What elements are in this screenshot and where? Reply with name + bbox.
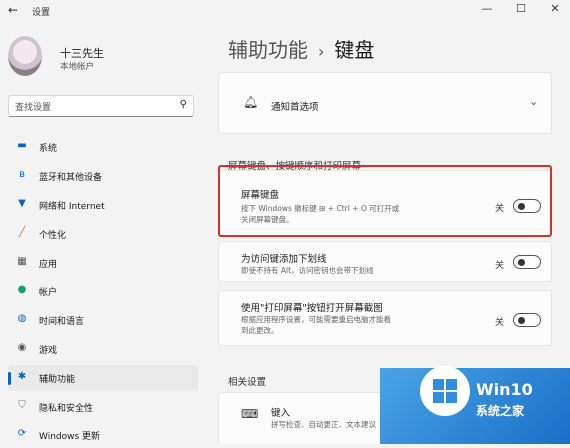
highlight-box (218, 165, 552, 237)
setting-description: 到此更改。 (241, 326, 279, 335)
profile-name: 十三先生 (60, 47, 104, 60)
sidebar-item-label: 隐私和安全性 (39, 404, 94, 414)
gamepad-icon: ◉ (17, 342, 27, 353)
search-input[interactable]: 查找设置 (15, 100, 51, 113)
sidebar-item-label: 应用 (39, 260, 58, 270)
sidebar-item-label: 时间和语言 (39, 317, 85, 327)
wifi-icon: ▼ (18, 198, 26, 209)
windows-logo-icon (433, 379, 457, 403)
sidebar-item-label: 辅助功能 (39, 375, 76, 385)
title-bar: ← 设置 — ☐ ✕ (0, 0, 570, 22)
watermark-logo (420, 366, 470, 416)
page-title: 键盘 (334, 38, 375, 62)
profile-account-type: 本地帐户 (60, 62, 95, 72)
bluetooth-icon: ʙ (19, 169, 25, 180)
sidebar-item-accounts[interactable]: ● 帐户 (8, 278, 198, 304)
setting-title: 为访问键添加下划线 (241, 254, 327, 265)
sidebar-item-label: 网络和 Internet (39, 202, 105, 212)
breadcrumb-separator: › (318, 42, 325, 61)
chevron-down-icon[interactable]: ⌄ (529, 95, 538, 108)
setting-description: 即使不持有 Alt，访问密钥也会带下划线 (241, 266, 374, 275)
toggle-knob (518, 317, 525, 324)
keyboard-icon: ⌨ (241, 407, 259, 421)
breadcrumb: 辅助功能 › 键盘 (228, 34, 374, 63)
display-icon: ▬ (17, 140, 27, 151)
maximize-icon[interactable]: ☐ (512, 2, 530, 15)
notification-preferences-card[interactable]: 🔔︎ 通知首选项 ⌄ (218, 72, 552, 134)
sidebar-item-accessibility[interactable]: ✱ 辅助功能 (8, 365, 198, 391)
sidebar-item-time-language[interactable]: ◍ 时间和语言 (8, 307, 198, 333)
sidebar-item-label: 帐户 (39, 288, 58, 298)
close-icon[interactable]: ✕ (546, 2, 564, 15)
setting-description: 根据应用程序设置，可能需要重启电脑才能看 (241, 315, 391, 324)
sidebar-item-system[interactable]: ▬ 系统 (8, 134, 198, 160)
shield-icon: ⛉ (18, 400, 26, 411)
sidebar-item-network[interactable]: ▼ 网络和 Internet (8, 192, 198, 218)
sidebar-item-windows-update[interactable]: ⟳ Windows 更新 (8, 422, 198, 448)
apps-icon: ▦ (17, 256, 27, 267)
sidebar-item-label: 系统 (39, 144, 58, 154)
person-icon: ● (17, 284, 27, 295)
sidebar-item-gaming[interactable]: ◉ 游戏 (8, 336, 198, 362)
search-box[interactable]: 查找设置 ⚲ (8, 95, 194, 117)
notification-preferences-label: 通知首选项 (271, 102, 319, 113)
section-header-related: 相关设置 (228, 377, 267, 388)
watermark-text: Win10 (476, 380, 533, 399)
breadcrumb-parent[interactable]: 辅助功能 (228, 38, 308, 62)
update-icon: ⟳ (17, 428, 27, 439)
bell-icon: 🔔︎ (243, 95, 259, 109)
sidebar-item-privacy[interactable]: ⛉ 隐私和安全性 (8, 394, 198, 420)
sidebar-item-apps[interactable]: ▦ 应用 (8, 250, 198, 276)
setting-description: 拼写检查、自动更正、文本建议 (271, 420, 376, 429)
toggle-state-label: 关 (495, 261, 505, 271)
watermark-text: 系统之家 (476, 404, 525, 418)
watermark-background (380, 368, 570, 444)
toggle-state-label: 关 (495, 318, 505, 328)
back-arrow-icon[interactable]: ← (8, 3, 18, 17)
sidebar-item-label: 游戏 (39, 346, 58, 356)
avatar[interactable] (8, 36, 42, 76)
setting-title: 键入 (271, 408, 291, 419)
setting-title: 使用"打印屏幕"按钮打开屏幕截图 (241, 303, 383, 314)
window-title: 设置 (32, 8, 51, 18)
sidebar-item-label: 个性化 (39, 231, 67, 241)
underline-access-keys-card: 为访问键添加下划线 即使不持有 Alt，访问密钥也会带下划线 关 (218, 241, 552, 282)
brush-icon: ╱ (18, 227, 26, 238)
toggle-knob (518, 259, 525, 266)
sidebar-item-bluetooth[interactable]: ʙ 蓝牙和其他设备 (8, 163, 198, 189)
print-screen-toggle[interactable] (513, 313, 541, 327)
accessibility-icon: ✱ (17, 371, 27, 382)
search-icon: ⚲ (179, 99, 187, 110)
globe-icon: ◍ (17, 313, 27, 324)
sidebar-item-personalization[interactable]: ╱ 个性化 (8, 221, 198, 247)
sidebar-item-label: Windows 更新 (39, 432, 101, 442)
active-indicator (8, 372, 11, 385)
underline-access-keys-toggle[interactable] (513, 255, 541, 269)
sidebar-item-label: 蓝牙和其他设备 (39, 173, 103, 183)
print-screen-card: 使用"打印屏幕"按钮打开屏幕截图 根据应用程序设置，可能需要重启电脑才能看 到此… (218, 290, 552, 346)
minimize-icon[interactable]: — (478, 2, 496, 15)
